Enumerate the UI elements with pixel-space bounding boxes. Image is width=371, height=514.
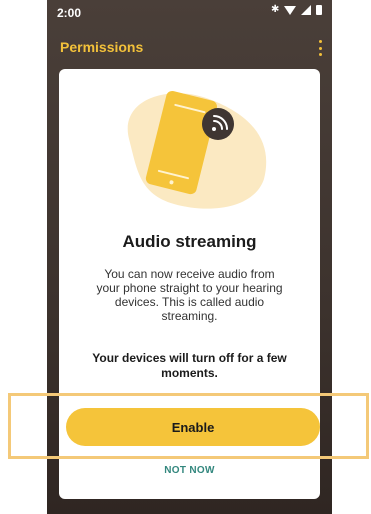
phone-streaming-icon xyxy=(127,90,267,209)
status-time: 2:00 xyxy=(57,6,82,20)
card-description: You can now receive audio from your phon… xyxy=(96,267,283,323)
status-icons: ✱ xyxy=(271,5,322,15)
bluetooth-icon: ✱ xyxy=(271,4,280,15)
card-title: Audio streaming xyxy=(122,232,257,251)
wifi-icon xyxy=(284,5,296,15)
card-warning: Your devices will turn off for a few mom… xyxy=(92,351,287,380)
status-bar: 2:00 ✱ xyxy=(47,0,332,26)
page-title: Permissions xyxy=(60,39,144,55)
more-vert-icon[interactable] xyxy=(318,40,322,56)
app-bar: Permissions xyxy=(47,30,332,64)
signal-icon xyxy=(301,5,311,15)
not-now-button[interactable]: NOT NOW xyxy=(59,465,320,476)
enable-button[interactable]: Enable xyxy=(66,408,320,446)
battery-icon xyxy=(316,5,322,15)
